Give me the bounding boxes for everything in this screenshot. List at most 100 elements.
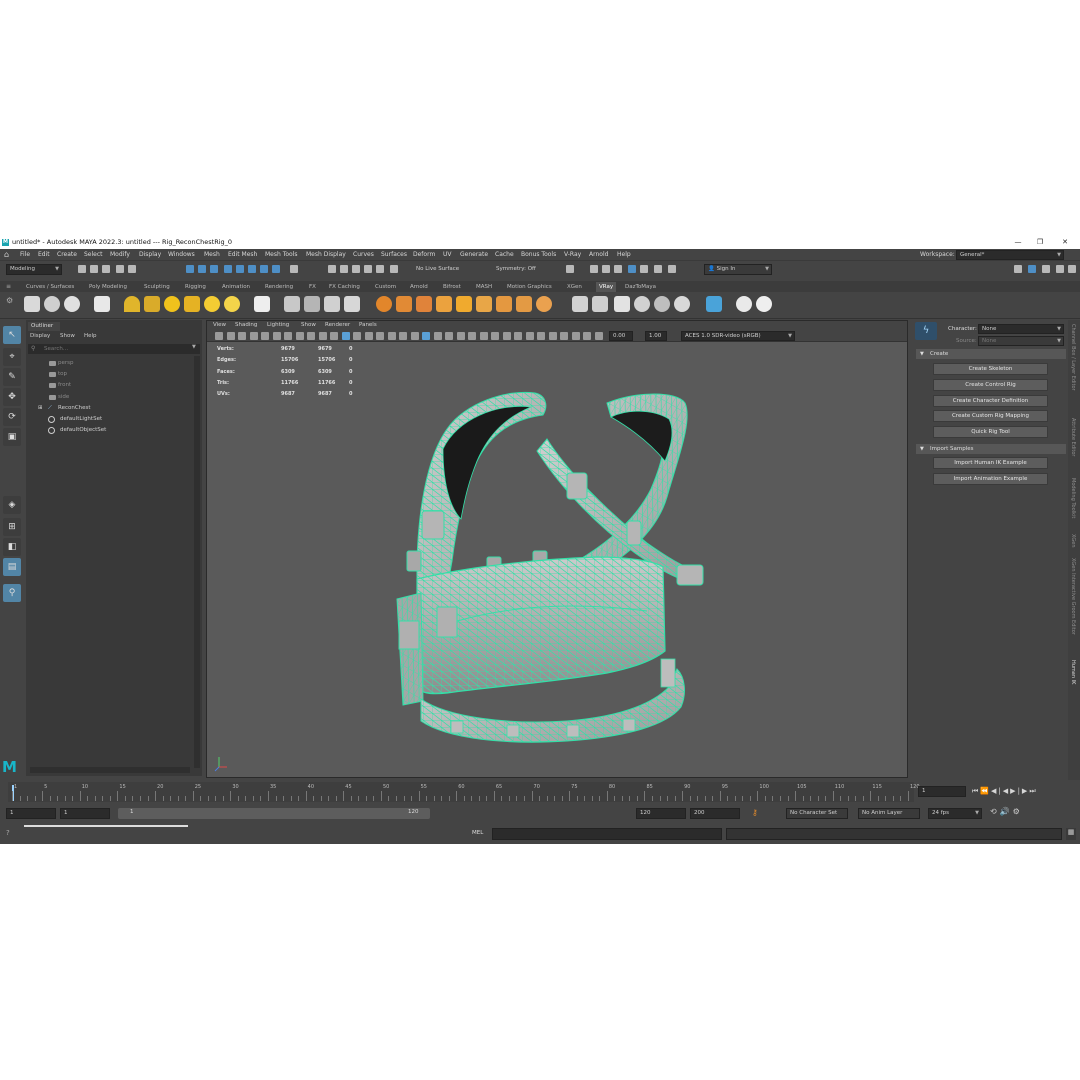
outliner-item-side[interactable]: side — [28, 392, 194, 403]
chevron-down-icon[interactable]: ▼ — [192, 344, 196, 350]
sidetab-xgen-groom[interactable]: XGen Interactive Groom Editor — [1070, 558, 1076, 635]
command-input[interactable] — [492, 828, 722, 840]
range-slider[interactable]: 1 120 — [118, 808, 430, 819]
select-by-component-icon[interactable] — [210, 265, 218, 273]
sidetab-attribute-editor[interactable]: Attribute Editor — [1070, 418, 1076, 456]
vray-displacement-icon[interactable] — [396, 296, 412, 312]
sign-in-dropdown[interactable]: 👤 Sign In ▼ — [704, 264, 772, 275]
fps-dropdown[interactable]: 24 fps ▼ — [928, 808, 982, 819]
step-forward-icon[interactable]: |▶ — [1018, 787, 1030, 795]
menu-display[interactable]: Display — [139, 249, 161, 261]
mask-icon-3[interactable] — [248, 265, 256, 273]
pause-icon[interactable] — [668, 265, 676, 273]
current-frame-field[interactable]: 1 — [918, 786, 966, 797]
menu-arnold[interactable]: Arnold — [589, 249, 608, 261]
menu-uv[interactable]: UV — [443, 249, 452, 261]
shelf-tab-bifrost[interactable]: Bifrost — [443, 282, 461, 292]
vray-export-icon[interactable] — [94, 296, 110, 312]
vray-plane-icon[interactable] — [254, 296, 270, 312]
maximize-button[interactable]: ❐ — [1030, 236, 1050, 249]
character-dropdown[interactable]: None ▼ — [978, 324, 1064, 334]
attribute-editor-toggle-icon[interactable] — [1028, 265, 1036, 273]
shelf-tab-fx[interactable]: FX — [309, 282, 316, 292]
modeling-toolkit-toggle-icon[interactable] — [1056, 265, 1064, 273]
outliner-item-defaultobjectset[interactable]: defaultObjectSet — [28, 425, 194, 436]
outliner-menu-help[interactable]: Help — [84, 332, 97, 341]
menu-windows[interactable]: Windows — [168, 249, 195, 261]
open-scene-icon[interactable] — [90, 265, 98, 273]
render-settings-icon[interactable] — [614, 265, 622, 273]
shelf-tab-mash[interactable]: MASH — [476, 282, 492, 292]
symmetry-label[interactable]: Symmetry: Off — [496, 261, 536, 277]
vray-camera-icon[interactable] — [572, 296, 588, 312]
vray-scene-icon[interactable] — [324, 296, 340, 312]
chest-rig-mesh[interactable] — [207, 321, 908, 778]
outliner-item-reconchest[interactable]: ⊞ ⟋ ReconChest — [28, 403, 194, 414]
single-view-icon[interactable]: ◈ — [3, 496, 21, 514]
vray-bake-icon[interactable] — [536, 296, 552, 312]
scale-tool-icon[interactable]: ▣ — [3, 428, 21, 446]
create-skeleton-button[interactable]: Create Skeleton — [933, 363, 1048, 375]
vray-physical-camera-icon[interactable] — [592, 296, 608, 312]
import-animation-example-button[interactable]: Import Animation Example — [933, 473, 1048, 485]
side-by-side-view-icon[interactable]: ◧ — [3, 538, 21, 556]
settings-gear-icon[interactable] — [1068, 265, 1076, 273]
lasso-tool-icon[interactable]: ⌖ — [3, 348, 21, 366]
outliner-item-front[interactable]: front — [28, 380, 194, 391]
vray-frame-buffer-icon[interactable] — [706, 296, 722, 312]
vray-subdivision-icon[interactable] — [416, 296, 432, 312]
auto-key-icon[interactable]: ⚷ — [752, 808, 758, 817]
vray-logo-icon[interactable] — [756, 296, 772, 312]
mask-icon-4[interactable] — [260, 265, 268, 273]
menu-generate[interactable]: Generate — [460, 249, 488, 261]
vray-ipr-icon[interactable] — [44, 296, 60, 312]
step-back-icon[interactable]: ◀| — [991, 787, 1003, 795]
render-current-frame-icon[interactable] — [590, 265, 598, 273]
vray-help-icon[interactable] — [736, 296, 752, 312]
shelf-tab-xgen[interactable]: XGen — [567, 282, 582, 292]
live-surface-label[interactable]: No Live Surface — [416, 261, 459, 277]
shelf-tab-motion-graphics[interactable]: Motion Graphics — [507, 282, 552, 292]
vray-grid-icon[interactable] — [456, 296, 472, 312]
redo-icon[interactable] — [128, 265, 136, 273]
shelf-tab-arnold[interactable]: Arnold — [410, 282, 428, 292]
outliner-item-persp[interactable]: persp — [28, 358, 194, 369]
outliner-item-defaultlightset[interactable]: defaultLightSet — [28, 414, 194, 425]
vray-sphere-light-icon[interactable] — [164, 296, 180, 312]
create-control-rig-button[interactable]: Create Control Rig — [933, 378, 1048, 391]
playback-start-field[interactable]: 1 — [60, 808, 110, 819]
select-by-hierarchy-icon[interactable] — [186, 265, 194, 273]
outliner-tab[interactable]: Outliner — [28, 322, 60, 331]
source-dropdown[interactable]: None ▼ — [978, 336, 1064, 346]
scene-start-field[interactable]: 1 — [6, 808, 56, 819]
undo-icon[interactable] — [116, 265, 124, 273]
shelf-tab-fx-caching[interactable]: FX Caching — [329, 282, 360, 292]
script-editor-icon[interactable]: ▦ — [1066, 828, 1076, 840]
paint-select-tool-icon[interactable]: ✎ — [3, 368, 21, 386]
menu-modify[interactable]: Modify — [110, 249, 130, 261]
menu-select[interactable]: Select — [84, 249, 103, 261]
audio-icon[interactable]: 🔊 — [1000, 807, 1013, 816]
vray-dome-light-icon[interactable] — [124, 296, 140, 312]
menu-deform[interactable]: Deform — [413, 249, 435, 261]
viewport-persp[interactable]: View Shading Lighting Show Renderer Panels 0.… — [206, 320, 908, 778]
hypershade-icon[interactable] — [628, 265, 636, 273]
sidetab-human-ik[interactable]: Human IK — [1070, 660, 1076, 684]
vray-render-icon[interactable] — [654, 265, 662, 273]
menu-edit[interactable]: Edit — [38, 249, 50, 261]
menu-curves[interactable]: Curves — [353, 249, 374, 261]
mask-icon-5[interactable] — [272, 265, 280, 273]
home-icon[interactable]: ⌂ — [4, 251, 12, 259]
shelf-tab-rendering[interactable]: Rendering — [265, 282, 293, 292]
animation-prefs-icon[interactable]: ⚙ — [1013, 807, 1023, 816]
vray-cloud-icon[interactable] — [674, 296, 690, 312]
playback-controls[interactable]: ⏮⏪◀|◀▶|▶⏭ — [972, 784, 1078, 798]
outliner-item-top[interactable]: top — [28, 369, 194, 380]
workspace-dropdown[interactable]: General* ▼ — [956, 250, 1064, 260]
outliner-h-scrollbar[interactable] — [30, 767, 190, 773]
import-human-ik-example-button[interactable]: Import Human IK Example — [933, 457, 1048, 469]
scene-end-field[interactable]: 200 — [690, 808, 740, 819]
menu-surfaces[interactable]: Surfaces — [381, 249, 407, 261]
help-icon[interactable]: ? — [6, 829, 10, 837]
vray-fur-icon[interactable] — [344, 296, 360, 312]
